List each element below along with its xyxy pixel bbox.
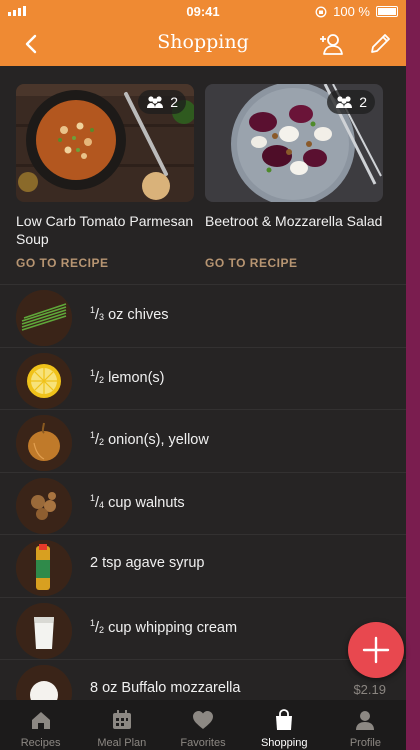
battery-text: 100 % (333, 4, 370, 19)
walnuts-image (16, 477, 72, 534)
status-bar: 09:41 100 % (0, 0, 406, 22)
list-item[interactable]: 8 oz Buffalo mozzarella $2.19 (0, 659, 406, 700)
recipe-card[interactable]: 2 Beetroot & Mozzarella Salad GO TO RECI… (205, 84, 383, 270)
home-icon (31, 712, 50, 729)
side-strip (406, 0, 420, 750)
tab-label: Meal Plan (97, 737, 147, 749)
shopping-list-content: 2 Low Carb Tomato Parmesan Soup GO TO RE… (0, 66, 406, 700)
people-icon (336, 96, 353, 108)
list-item[interactable]: 1/2 lemon(s) (0, 346, 406, 410)
shopping-bag-icon (276, 709, 293, 730)
recipe-image-soup[interactable]: 2 (16, 84, 194, 202)
tab-favorites[interactable]: Favorites (162, 700, 243, 750)
tab-recipes[interactable]: Recipes (0, 700, 81, 750)
ingredient-text: 1/2 cup whipping cream (90, 617, 238, 636)
ingredient-list: 1/3 oz chives 1/2 lemon(s) 1/2 onion(s),… (0, 284, 406, 700)
ingredient-text: 1/4 cup walnuts (90, 492, 185, 511)
servings-count: 2 (359, 94, 367, 110)
recipe-name[interactable]: Low Carb Tomato Parmesan Soup (16, 212, 194, 248)
tab-meal-plan[interactable]: Meal Plan (81, 700, 162, 750)
chives-image (16, 290, 72, 346)
top-bar: 09:41 100 % Shopping (0, 0, 406, 66)
mozzarella-image (16, 665, 72, 700)
recipe-cards: 2 Low Carb Tomato Parmesan Soup GO TO RE… (16, 84, 386, 284)
list-item[interactable]: 1/2 onion(s), yellow (0, 409, 406, 472)
recipe-name[interactable]: Beetroot & Mozzarella Salad (205, 212, 383, 248)
status-right: 100 % (315, 4, 398, 19)
tab-profile[interactable]: Profile (325, 700, 406, 750)
list-item[interactable]: 1/3 oz chives (0, 284, 406, 347)
servings-badge: 2 (138, 90, 186, 114)
list-item[interactable]: 2 tsp agave syrup (0, 534, 406, 597)
tab-shopping[interactable]: Shopping (244, 700, 325, 750)
ingredient-price: $2.19 (353, 682, 386, 697)
add-item-button[interactable] (348, 622, 404, 678)
nav-header: Shopping (0, 22, 406, 66)
people-icon (147, 96, 164, 108)
edit-pencil-icon[interactable] (366, 30, 394, 58)
lemon-image (16, 352, 72, 409)
plus-icon (362, 636, 390, 664)
tab-label: Favorites (180, 737, 226, 749)
ingredient-text: 1/2 lemon(s) (90, 367, 165, 386)
tab-bar: Recipes Meal Plan Favorites Shopping Pro… (0, 700, 406, 750)
battery-icon (376, 6, 398, 17)
whipping-cream-image (16, 602, 72, 659)
add-person-icon[interactable] (318, 30, 346, 58)
recipe-card[interactable]: 2 Low Carb Tomato Parmesan Soup GO TO RE… (16, 84, 194, 270)
go-to-recipe-link[interactable]: GO TO RECIPE (16, 256, 194, 270)
calendar-icon (112, 710, 131, 729)
agave-syrup-image (16, 540, 72, 596)
heart-icon (193, 711, 213, 729)
app-screen: 09:41 100 % Shopping 2 Low Carb Tomato P… (0, 0, 420, 750)
person-icon (356, 711, 375, 730)
tab-label: Recipes (20, 737, 61, 749)
go-to-recipe-link[interactable]: GO TO RECIPE (205, 256, 383, 270)
servings-count: 2 (170, 94, 178, 110)
onion-image (16, 415, 72, 471)
ingredient-text: 8 oz Buffalo mozzarella (90, 680, 241, 696)
ingredient-text: 1/2 onion(s), yellow (90, 430, 209, 448)
ingredient-text: 2 tsp agave syrup (90, 555, 205, 571)
orientation-lock-icon (315, 6, 327, 17)
list-item[interactable]: 1/4 cup walnuts (0, 471, 406, 535)
tab-label: Profile (349, 737, 381, 749)
servings-badge: 2 (327, 90, 375, 114)
tab-label: Shopping (260, 737, 308, 749)
ingredient-text: 1/3 oz chives (90, 305, 169, 323)
recipe-image-salad[interactable]: 2 (205, 84, 383, 202)
list-item[interactable]: 1/2 cup whipping cream (0, 596, 406, 660)
